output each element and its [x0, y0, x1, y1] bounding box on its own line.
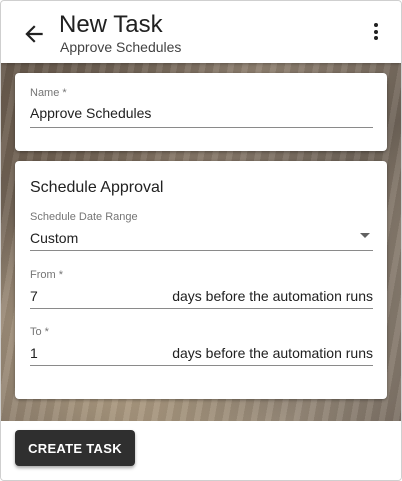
section-title: Schedule Approval [30, 179, 164, 196]
page-title: New Task [59, 11, 163, 38]
from-input[interactable]: 7 days before the automation runs [30, 283, 373, 309]
range-value: Custom [30, 230, 79, 246]
back-button[interactable] [21, 21, 47, 47]
name-value: Approve Schedules [30, 105, 152, 121]
page-subtitle: Approve Schedules [60, 39, 182, 55]
name-input[interactable]: Approve Schedules [30, 101, 373, 128]
chevron-down-icon[interactable] [360, 233, 370, 238]
footer-bar: CREATE TASK [1, 421, 401, 480]
name-label: Name * [30, 87, 67, 99]
to-underline [30, 365, 373, 366]
to-value: 1 [30, 345, 38, 361]
more-vertical-icon [373, 23, 379, 40]
app-header: New Task Approve Schedules [1, 1, 401, 63]
more-menu-button[interactable] [373, 23, 379, 43]
schedule-approval-card: Schedule Approval Schedule Date Range Cu… [15, 161, 387, 399]
range-underline [30, 250, 373, 251]
from-underline [30, 308, 373, 309]
name-card: Name * Approve Schedules [15, 73, 387, 151]
dialog-frame: New Task Approve Schedules Name * Approv… [0, 0, 402, 481]
to-label: To * [30, 326, 49, 338]
range-select[interactable]: Custom [30, 225, 373, 251]
arrow-left-icon [25, 25, 43, 43]
from-value: 7 [30, 288, 38, 304]
to-suffix: days before the automation runs [172, 345, 373, 361]
from-suffix: days before the automation runs [172, 288, 373, 304]
range-label: Schedule Date Range [30, 211, 138, 223]
name-underline [30, 127, 373, 128]
from-label: From * [30, 269, 63, 281]
create-task-button[interactable]: CREATE TASK [15, 430, 135, 466]
to-input[interactable]: 1 days before the automation runs [30, 340, 373, 366]
